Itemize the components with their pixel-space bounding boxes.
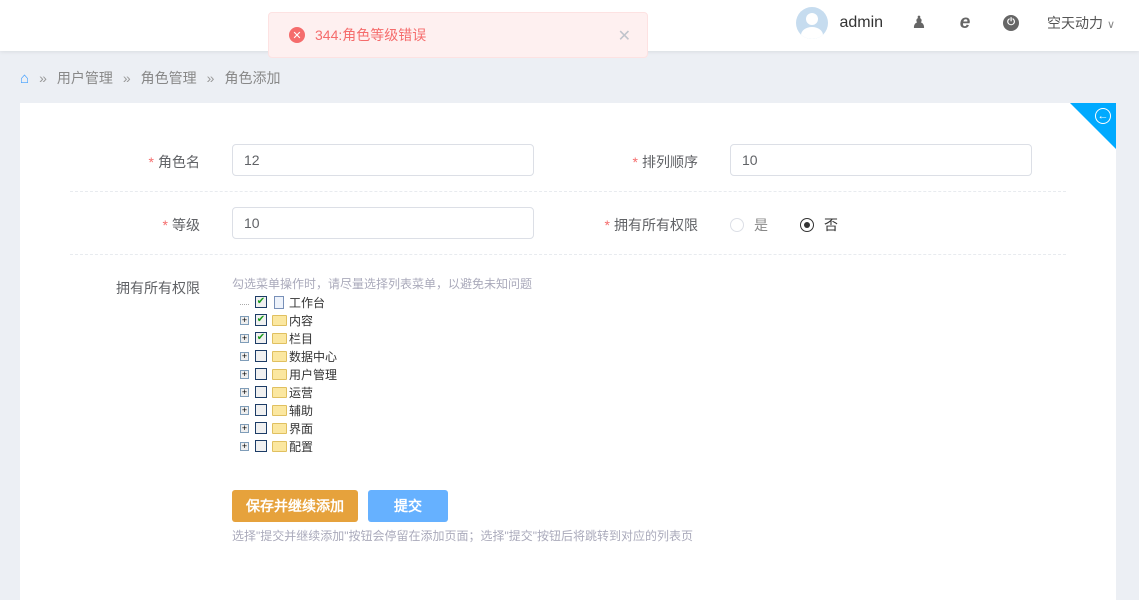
- expand-icon[interactable]: +: [240, 333, 249, 343]
- permission-tree: ✔ 工作台 + ✔ 内容 + ✔ 栏目 + 数据中心 + 用户管理 + 运营 + 辅助 + 界面 + 配置: [240, 293, 337, 455]
- tree-node-label[interactable]: 辅助: [289, 402, 313, 419]
- folder-icon: [272, 440, 287, 452]
- tree-checkbox[interactable]: [255, 368, 267, 380]
- sort-order-input[interactable]: 10: [730, 144, 1032, 176]
- folder-icon: [272, 404, 287, 416]
- tree-node-label[interactable]: 配置: [289, 438, 313, 455]
- folder-icon: [272, 350, 287, 362]
- role-name-label: * 角色名: [148, 154, 200, 170]
- separator-icon: »: [206, 70, 215, 86]
- tree-checkbox[interactable]: [255, 386, 267, 398]
- level-label: * 等级: [162, 217, 200, 233]
- tree-node-label[interactable]: 工作台: [289, 294, 325, 311]
- tree-checkbox[interactable]: [255, 440, 267, 452]
- expand-icon[interactable]: +: [240, 423, 249, 433]
- level-input[interactable]: 10: [232, 207, 534, 239]
- tree-node: + 配置: [240, 437, 337, 455]
- separator-icon: »: [122, 70, 131, 86]
- crumb-users[interactable]: 用户管理: [57, 68, 113, 88]
- power-icon[interactable]: ⏻: [1001, 13, 1021, 33]
- browser-icon[interactable]: e: [955, 12, 975, 33]
- footer-hint: 选择"提交并继续添加"按钮会停留在添加页面；选择"提交"按钮后将跳转到对应的列表…: [232, 529, 694, 543]
- error-icon: ✕: [289, 27, 305, 43]
- expand-icon[interactable]: +: [240, 405, 249, 415]
- tree-node: + 辅助: [240, 401, 337, 419]
- file-icon: [274, 295, 284, 309]
- expand-icon[interactable]: +: [240, 387, 249, 397]
- folder-icon: [272, 386, 287, 398]
- error-toast: ✕ 344:角色等级错误 ✕: [268, 12, 648, 58]
- tree-checkbox[interactable]: ✔: [255, 332, 267, 344]
- tree-checkbox[interactable]: [255, 422, 267, 434]
- toast-message: 344:角色等级错误: [315, 27, 427, 43]
- tree-node: + 界面: [240, 419, 337, 437]
- tree-node: ✔ 工作台: [240, 293, 337, 311]
- radio-no[interactable]: 否: [800, 215, 838, 235]
- expand-icon[interactable]: +: [240, 369, 249, 379]
- tree-node: + 运营: [240, 383, 337, 401]
- folder-icon: [272, 314, 287, 326]
- perms-hint: 勾选菜单操作时，请尽量选择列表菜单，以避免未知问题: [232, 277, 533, 291]
- tree-checkbox[interactable]: [255, 350, 267, 362]
- tree-node: + ✔ 栏目: [240, 329, 337, 347]
- crumb-add-role: 角色添加: [224, 70, 281, 86]
- tree-node-label[interactable]: 用户管理: [289, 366, 337, 383]
- role-name-input[interactable]: 12: [232, 144, 534, 176]
- site-name: 空天动力: [1047, 14, 1104, 31]
- sort-order-label: * 排列顺序: [632, 154, 698, 170]
- tree-checkbox[interactable]: [255, 404, 267, 416]
- folder-icon: [272, 422, 287, 434]
- form-card: ← * 角色名 12 * 排列顺序 10 * 等级 10 * 拥有所有权限 是 否 拥有…: [20, 103, 1116, 600]
- expand-icon[interactable]: +: [240, 351, 249, 361]
- separator-icon: »: [39, 70, 47, 86]
- close-icon[interactable]: ✕: [618, 26, 631, 46]
- user-area: admin ♟ e ⏻ 空天动力 ∨: [796, 0, 1139, 45]
- perms-label: 拥有所有权限: [116, 280, 200, 296]
- submit-button[interactable]: 提交: [368, 490, 448, 522]
- tree-checkbox[interactable]: ✔: [255, 314, 267, 326]
- tree-checkbox[interactable]: ✔: [255, 296, 267, 308]
- chevron-down-icon: ∨: [1106, 18, 1115, 31]
- tree-node: + 数据中心: [240, 347, 337, 365]
- tree-line: [240, 303, 249, 305]
- username[interactable]: admin: [839, 14, 883, 32]
- tree-node-label[interactable]: 栏目: [289, 330, 313, 347]
- radio-yes[interactable]: 是: [730, 215, 768, 235]
- all-perms-label: * 拥有所有权限: [604, 217, 698, 233]
- tree-node-label[interactable]: 数据中心: [289, 348, 337, 365]
- folder-icon: [272, 368, 287, 380]
- save-continue-button[interactable]: 保存并继续添加: [232, 490, 358, 522]
- avatar[interactable]: [796, 6, 829, 39]
- tree-node-label[interactable]: 运营: [289, 384, 313, 401]
- expand-icon[interactable]: +: [240, 441, 249, 451]
- site-selector[interactable]: 空天动力 ∨: [1047, 13, 1115, 33]
- folder-icon: [272, 332, 287, 344]
- user-edit-icon[interactable]: ♟: [909, 13, 929, 33]
- back-arrow-icon[interactable]: ←: [1095, 108, 1111, 124]
- expand-icon[interactable]: +: [240, 315, 249, 325]
- tree-node: + 用户管理: [240, 365, 337, 383]
- tree-node-label[interactable]: 内容: [289, 312, 313, 329]
- tree-node-label[interactable]: 界面: [289, 420, 313, 437]
- tree-node: + ✔ 内容: [240, 311, 337, 329]
- breadcrumb: ⌂ » 用户管理 » 角色管理 » 角色添加: [20, 68, 280, 88]
- home-icon[interactable]: ⌂: [20, 70, 29, 87]
- crumb-roles[interactable]: 角色管理: [141, 68, 197, 88]
